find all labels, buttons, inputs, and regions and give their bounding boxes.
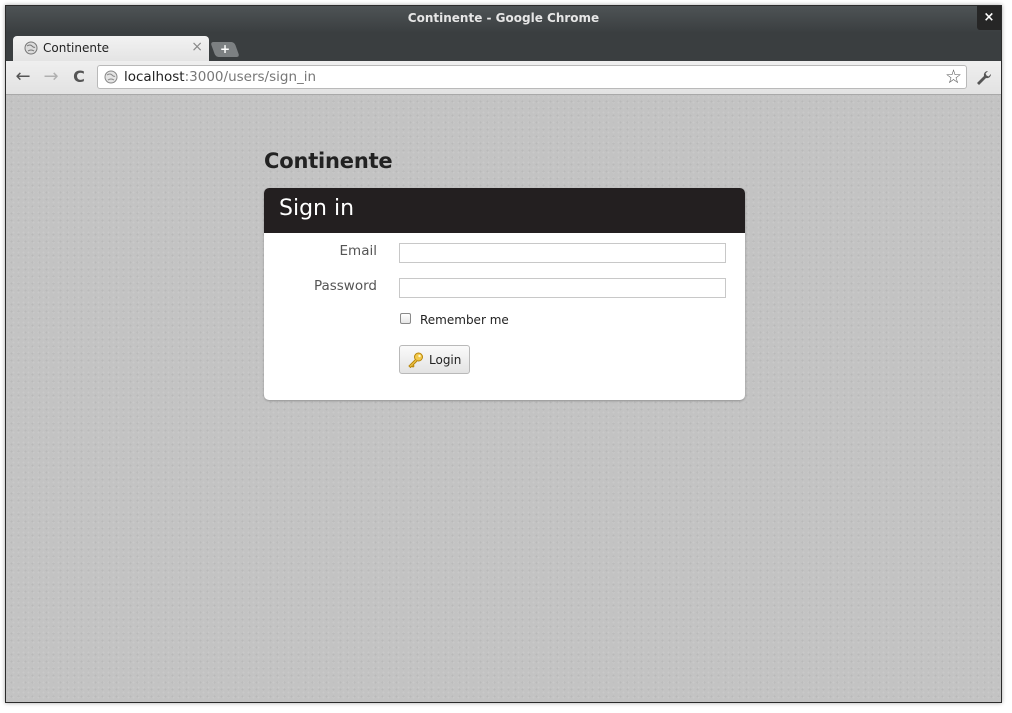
remember-me-checkbox[interactable] — [400, 313, 411, 324]
panel-title: Sign in — [279, 196, 355, 221]
wrench-icon[interactable] — [975, 69, 993, 87]
remember-me-label[interactable]: Remember me — [420, 313, 509, 327]
browser-window: Continente - Google Chrome × Continente … — [5, 5, 1002, 703]
password-field[interactable] — [399, 278, 726, 298]
globe-icon — [104, 70, 118, 84]
page-viewport: Continente Sign in Email Password Rememb… — [6, 95, 1001, 702]
url-host: localhost — [124, 69, 185, 85]
globe-icon — [24, 41, 38, 55]
email-field[interactable] — [399, 243, 726, 263]
bookmark-star-icon[interactable]: ☆ — [945, 66, 962, 88]
tab-close-icon[interactable]: × — [191, 39, 203, 55]
window-title: Continente - Google Chrome — [407, 11, 600, 25]
forward-button[interactable]: → — [41, 67, 61, 87]
url-text[interactable]: localhost:3000/users/sign_in — [124, 69, 316, 85]
login-button[interactable]: Login — [399, 345, 470, 374]
window-close-button[interactable]: × — [977, 6, 1001, 30]
browser-toolbar: ← → C localhost:3000/users/sign_in ☆ — [6, 61, 1001, 95]
new-tab-button[interactable]: + — [210, 42, 240, 57]
address-bar[interactable]: localhost:3000/users/sign_in ☆ — [97, 65, 967, 89]
email-label: Email — [339, 243, 377, 259]
site-brand[interactable]: Continente — [264, 149, 393, 173]
sign-in-panel: Sign in Email Password Remember me Login — [264, 188, 745, 400]
login-label: Login — [429, 353, 462, 367]
tab-title: Continente — [43, 41, 110, 55]
tab-continente[interactable]: Continente × — [13, 36, 209, 61]
url-path: :3000/users/sign_in — [184, 69, 317, 85]
plus-icon: + — [219, 42, 231, 56]
tab-strip: Continente × + — [6, 33, 1001, 61]
panel-header: Sign in — [264, 188, 745, 233]
back-button[interactable]: ← — [13, 67, 33, 87]
title-bar: Continente - Google Chrome × — [6, 6, 1001, 33]
password-label: Password — [313, 278, 377, 294]
reload-button[interactable]: C — [69, 67, 89, 87]
key-icon — [408, 352, 423, 368]
